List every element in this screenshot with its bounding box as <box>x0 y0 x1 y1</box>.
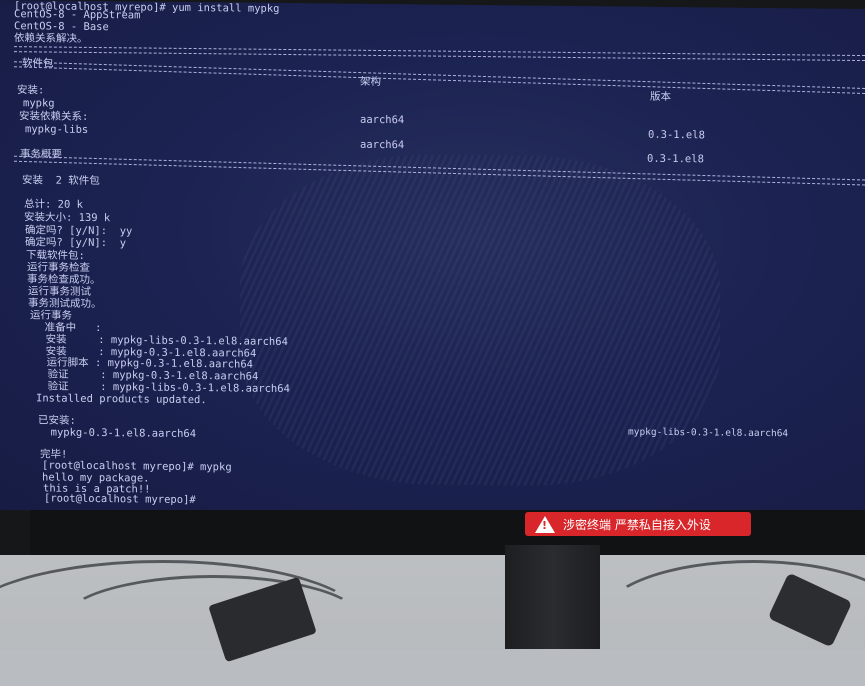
terminal-line: 安装大小: 139 k <box>24 211 111 225</box>
terminal-line: 运行事务检查 <box>27 261 90 274</box>
terminal-line: 安装: <box>17 84 45 97</box>
terminal-line: 事务检查成功。 <box>27 273 101 287</box>
terminal-line: 确定吗? [y/N]: y <box>25 236 127 250</box>
monitor-stand <box>505 545 600 649</box>
terminal-line: 运行事务 <box>30 309 72 322</box>
terminal-line: Installed products updated. <box>36 392 207 407</box>
terminal-output: [root@localhost myrepo]# yum install myp… <box>0 0 865 519</box>
terminal-line: 事务测试成功。 <box>28 297 102 311</box>
column-header-version: 版本 <box>650 90 671 104</box>
terminal-prompt[interactable]: [root@localhost myrepo]# <box>44 492 196 506</box>
package-arch: aarch64 <box>360 138 405 152</box>
monitor: [root@localhost myrepo]# yum install myp… <box>0 0 865 555</box>
terminal-line: 总计: 20 k <box>24 198 83 211</box>
package-version: 0.3-1.el8 <box>647 152 704 166</box>
separator <box>14 61 865 94</box>
terminal-screen[interactable]: [root@localhost myrepo]# yum install myp… <box>0 0 865 520</box>
package-name: mypkg-libs <box>25 123 89 136</box>
separator <box>14 155 865 186</box>
terminal-line: 已安装: <box>38 414 76 427</box>
terminal-line: 安装 2 软件包 <box>22 174 100 188</box>
terminal-line: 运行事务测试 <box>28 285 91 298</box>
terminal-line: 依赖关系解决。 <box>14 32 88 45</box>
warning-sticker: 涉密终端 严禁私自接入外设 <box>525 512 751 536</box>
warning-icon <box>535 515 555 533</box>
terminal-line: mypkg-libs-0.3-1.el8.aarch64 <box>628 426 789 440</box>
package-arch: aarch64 <box>360 113 405 127</box>
terminal-line: 下载软件包: <box>26 249 85 262</box>
sticker-text: 涉密终端 严禁私自接入外设 <box>563 517 711 532</box>
package-name: mypkg <box>23 97 55 110</box>
package-version: 0.3-1.el8 <box>648 128 705 142</box>
terminal-line: 准备中 : <box>32 321 102 335</box>
separator <box>14 46 865 62</box>
terminal-line: 安装依赖关系: <box>19 110 89 123</box>
terminal-line: mypkg-0.3-1.el8.aarch64 <box>38 426 197 441</box>
